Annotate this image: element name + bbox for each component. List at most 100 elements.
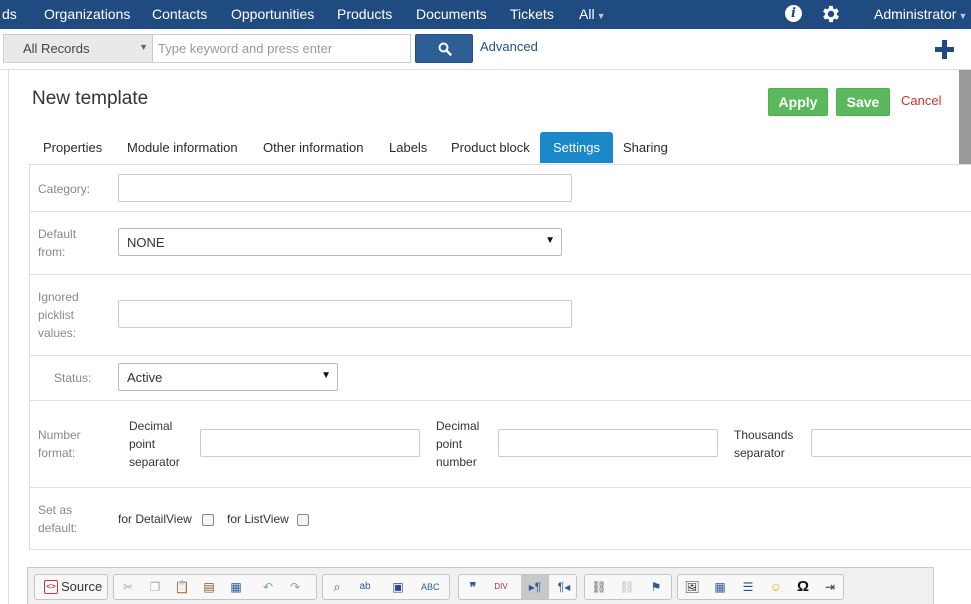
image-icon[interactable]: 🖼 (683, 578, 701, 596)
paste-word-icon[interactable]: ▦ (227, 578, 245, 596)
nav-item-documents[interactable]: Documents (416, 6, 487, 22)
user-menu[interactable]: Administrator ▼ (874, 6, 967, 22)
category-label: Category: (38, 182, 91, 196)
replace-icon[interactable]: ab (356, 578, 374, 596)
div-icon[interactable]: DIV (492, 578, 510, 596)
nav-item-contacts[interactable]: Contacts (152, 6, 207, 22)
thousands-separator-input[interactable] (811, 429, 971, 457)
plus-icon[interactable] (935, 40, 954, 59)
listview-checkbox[interactable] (297, 514, 309, 526)
page-break-icon[interactable]: ⇥ (821, 578, 839, 596)
status-select[interactable]: Active ▼ (118, 363, 338, 391)
number-format-label: Number format: (38, 428, 81, 460)
category-row: Category: (30, 165, 971, 212)
status-label: Status: (54, 371, 92, 385)
save-button[interactable]: Save (836, 88, 890, 116)
editor-toolbar: <> Source ✂ ❐ 📋 ▤ ▦ ↶ ↷ ⌕ ab ▣ ABC ❞ DIV… (27, 567, 934, 604)
set-default-row: Set as default: for DetailView for ListV… (30, 488, 971, 551)
gear-icon[interactable] (820, 3, 842, 25)
copy-icon[interactable]: ❐ (146, 578, 164, 596)
detailview-checkbox[interactable] (202, 514, 214, 526)
nav-item-products[interactable]: Products (337, 6, 392, 22)
tab-module-information[interactable]: Module information (114, 132, 251, 163)
rtl-icon[interactable]: ¶◂ (555, 578, 573, 596)
status-row: Status: Active ▼ (30, 356, 971, 401)
chevron-down-icon: ▼ (139, 42, 148, 52)
undo-icon[interactable]: ↶ (259, 578, 277, 596)
search-bar: All Records ▼ Advanced (0, 29, 971, 70)
redo-icon[interactable]: ↷ (286, 578, 304, 596)
search-button[interactable] (415, 34, 473, 63)
tab-sharing[interactable]: Sharing (610, 132, 681, 163)
apply-button[interactable]: Apply (768, 88, 828, 116)
link-icon[interactable]: ⛓ (590, 578, 608, 596)
smiley-icon[interactable]: ☺ (767, 578, 785, 596)
cut-icon[interactable]: ✂ (119, 578, 137, 596)
search-input[interactable] (152, 34, 411, 63)
top-navigation: ds Organizations Contacts Opportunities … (0, 0, 971, 29)
source-button[interactable]: <> Source (39, 575, 108, 599)
paste-text-icon[interactable]: ▤ (200, 578, 218, 596)
category-input[interactable] (118, 174, 572, 202)
ignored-picklist-row: Ignored picklist values: (30, 275, 971, 356)
decimal-separator-label: Decimal point separator (129, 419, 180, 469)
find-icon[interactable]: ⌕ (328, 578, 346, 596)
nav-all-label: All (579, 6, 595, 22)
default-from-select[interactable]: NONE ▼ (118, 228, 562, 256)
toolbar-group-clipboard: ✂ ❐ 📋 ▤ ▦ ↶ ↷ (113, 574, 317, 600)
nav-item-opportunities[interactable]: Opportunities (231, 6, 314, 22)
toolbar-group-links: ⛓ ⛓ ⚑ (584, 574, 672, 600)
info-icon[interactable]: i (785, 5, 802, 22)
set-default-label: Set as default: (38, 503, 78, 535)
unlink-icon[interactable]: ⛓ (618, 578, 636, 596)
source-label: Source (61, 579, 103, 594)
decimal-number-label: Decimal point number (436, 419, 480, 469)
anchor-flag-icon[interactable]: ⚑ (647, 578, 665, 596)
settings-form: Category: Default from: NONE ▼ Ignored p… (29, 164, 971, 550)
sidebar-divider (8, 70, 9, 604)
table-icon[interactable]: ▦ (711, 578, 729, 596)
blockquote-icon[interactable]: ❞ (464, 578, 482, 596)
ignored-picklist-input[interactable] (118, 300, 572, 328)
toolbar-group-find: ⌕ ab ▣ ABC (322, 574, 450, 600)
status-value: Active (127, 370, 163, 385)
caret-down-icon: ▼ (596, 11, 606, 21)
nav-item-leads[interactable]: ds (2, 6, 17, 22)
tab-settings[interactable]: Settings (540, 132, 613, 163)
nav-item-tickets[interactable]: Tickets (510, 6, 554, 22)
special-char-icon[interactable]: Ω (794, 578, 812, 596)
paste-icon[interactable]: 📋 (173, 578, 191, 596)
tab-product-block[interactable]: Product block (438, 132, 543, 163)
records-scope-value: All Records (23, 41, 90, 56)
tab-properties[interactable]: Properties (30, 132, 115, 163)
user-name: Administrator (874, 6, 957, 22)
toolbar-group-blocks: ❞ DIV ▸¶ ¶◂ (458, 574, 577, 600)
search-icon (438, 42, 452, 56)
scrollbar-thumb[interactable] (959, 70, 971, 164)
dropdown-arrow-icon: ▼ (545, 235, 555, 246)
toolbar-group-insert: 🖼 ▦ ☰ ☺ Ω ⇥ (677, 574, 844, 600)
toolbar-group-source: <> Source (34, 574, 108, 600)
decimal-separator-input[interactable] (200, 429, 420, 457)
horizontal-line-icon[interactable]: ☰ (739, 578, 757, 596)
default-from-label: Default from: (38, 227, 77, 259)
listview-label: for ListView (227, 512, 289, 526)
thousands-separator-label: Thousands separator (734, 428, 794, 460)
spellcheck-icon[interactable]: ABC (421, 578, 440, 596)
select-all-icon[interactable]: ▣ (389, 578, 407, 596)
records-scope-select[interactable]: All Records ▼ (3, 34, 152, 63)
ignored-picklist-label: Ignored picklist values: (38, 290, 79, 340)
ltr-icon[interactable]: ▸¶ (521, 575, 549, 599)
tab-labels[interactable]: Labels (376, 132, 440, 163)
cancel-link[interactable]: Cancel (901, 93, 941, 108)
decimal-number-input[interactable] (498, 429, 718, 457)
nav-item-organizations[interactable]: Organizations (44, 6, 130, 22)
nav-item-all[interactable]: All ▼ (579, 6, 605, 22)
detailview-label: for DetailView (118, 512, 192, 526)
tab-other-information[interactable]: Other information (250, 132, 376, 163)
source-icon: <> (44, 580, 58, 594)
advanced-search-link[interactable]: Advanced (480, 39, 538, 54)
caret-down-icon: ▼ (958, 11, 968, 21)
default-from-value: NONE (127, 235, 165, 250)
default-from-row: Default from: NONE ▼ (30, 212, 971, 275)
